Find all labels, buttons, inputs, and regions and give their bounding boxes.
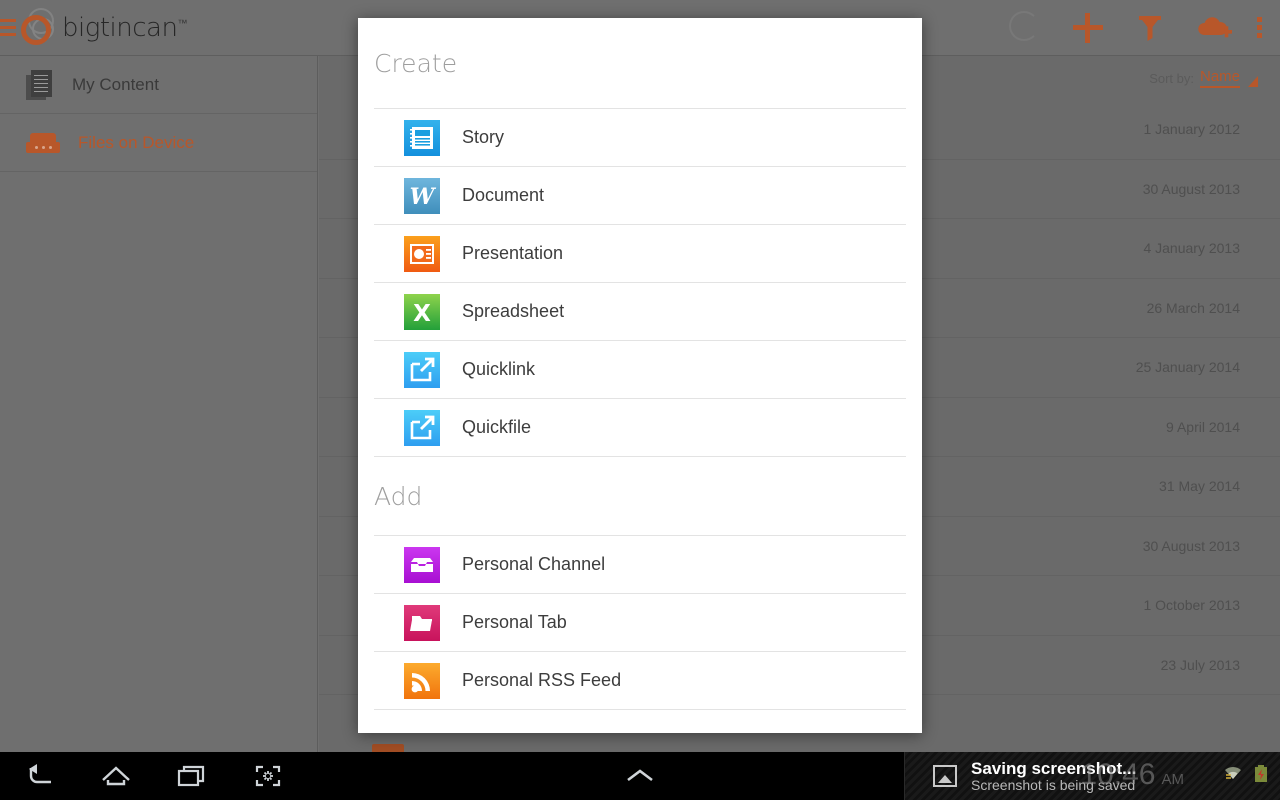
create-section-header: Create	[358, 18, 922, 108]
add-item-label: Personal Tab	[462, 612, 567, 632]
android-navigation-bar: Saving screenshot... Screenshot is being…	[0, 752, 1280, 800]
clock-ampm: AM	[1161, 771, 1185, 788]
notification-ticker[interactable]: Saving screenshot... Screenshot is being…	[904, 752, 1280, 800]
create-add-dialog: Create Story W Document Presentation X S…	[358, 18, 922, 733]
expand-notifications-caret-icon[interactable]	[610, 752, 670, 800]
word-document-icon: W	[404, 177, 440, 214]
svg-text:W: W	[410, 184, 437, 210]
screen-root: bigtincan™ My Content Files on Device So…	[0, 0, 1280, 800]
create-item-label: Story	[462, 127, 505, 147]
presentation-icon	[404, 235, 440, 272]
story-icon	[404, 119, 440, 156]
create-item-label: Quickfile	[462, 417, 532, 437]
system-status-icons	[1222, 764, 1270, 789]
add-item-personal-rss-feed[interactable]: Personal RSS Feed	[374, 652, 906, 710]
clock-time: 10:46	[1080, 758, 1156, 791]
image-icon	[933, 765, 957, 787]
create-item-presentation[interactable]: Presentation	[374, 225, 906, 283]
section-title: Add	[374, 481, 423, 511]
add-section-header: Add	[358, 457, 922, 535]
add-section-body: Personal Channel Personal Tab Personal R…	[358, 535, 922, 710]
status-clock: 10:46 AM	[1080, 758, 1184, 792]
svg-text:X: X	[413, 301, 431, 327]
quicklink-icon	[404, 351, 440, 388]
create-item-label: Quicklink	[462, 359, 536, 379]
screenshot-button[interactable]	[246, 756, 290, 796]
create-item-label: Document	[462, 185, 545, 205]
quickfile-icon	[404, 409, 440, 446]
recents-button[interactable]	[170, 756, 214, 796]
add-item-personal-channel[interactable]: Personal Channel	[374, 536, 906, 594]
add-item-personal-tab[interactable]: Personal Tab	[374, 594, 906, 652]
create-item-quicklink[interactable]: Quicklink	[374, 341, 906, 399]
create-item-label: Presentation	[462, 243, 564, 263]
add-item-label: Personal RSS Feed	[462, 670, 622, 690]
battery-charging-icon	[1252, 764, 1270, 789]
create-item-quickfile[interactable]: Quickfile	[374, 399, 906, 457]
rss-feed-icon	[404, 662, 440, 699]
create-item-label: Spreadsheet	[462, 301, 565, 321]
channel-inbox-icon	[404, 546, 440, 583]
home-button[interactable]	[94, 756, 138, 796]
create-item-spreadsheet[interactable]: X Spreadsheet	[374, 283, 906, 341]
add-item-list: Personal Channel Personal Tab Personal R…	[374, 535, 906, 710]
folder-icon	[404, 604, 440, 641]
create-item-story[interactable]: Story	[374, 109, 906, 167]
spreadsheet-icon: X	[404, 293, 440, 330]
create-item-document[interactable]: W Document	[374, 167, 906, 225]
section-title: Create	[374, 48, 458, 78]
create-section-body: Story W Document Presentation X Spreadsh…	[358, 108, 922, 457]
back-button[interactable]	[18, 756, 62, 796]
create-item-list: Story W Document Presentation X Spreadsh…	[374, 108, 906, 457]
add-item-label: Personal Channel	[462, 554, 606, 574]
wifi-icon	[1222, 764, 1244, 789]
nav-buttons	[0, 756, 290, 796]
